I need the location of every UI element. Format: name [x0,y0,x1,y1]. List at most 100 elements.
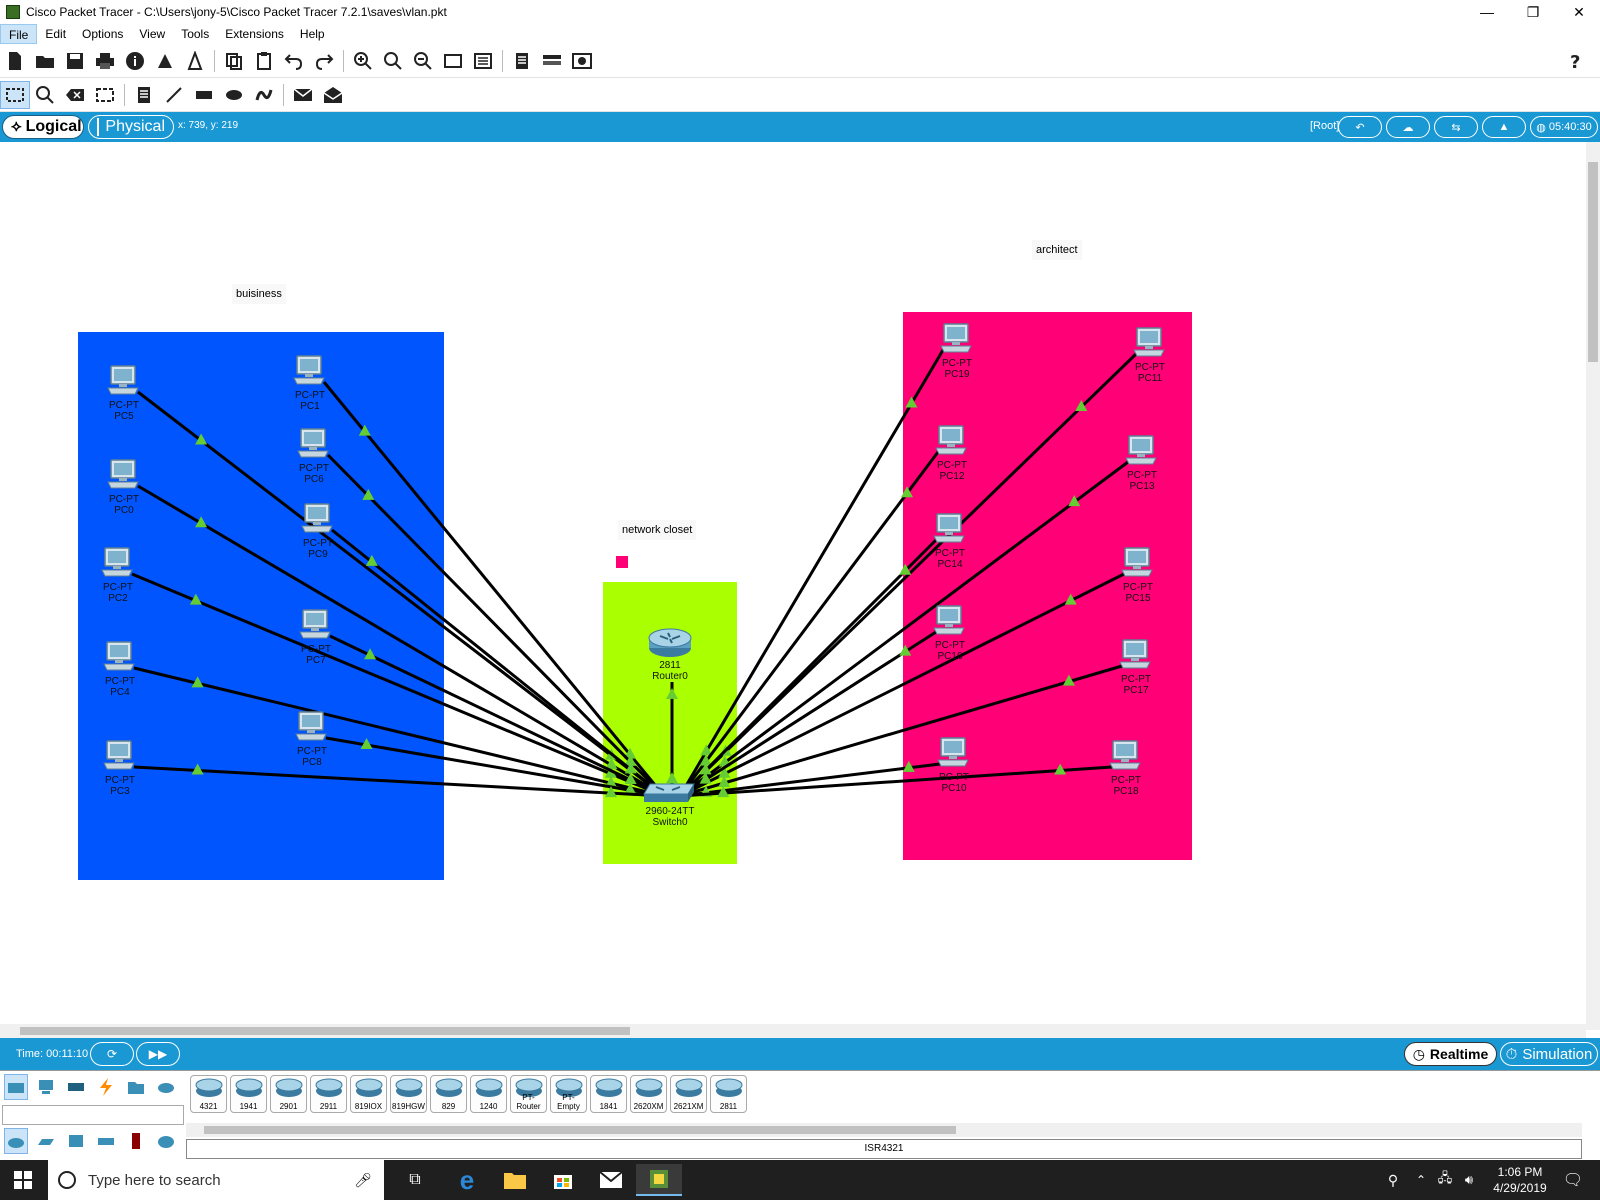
vertical-scroll-thumb[interactable] [1588,162,1598,362]
help-icon[interactable]: ? [1560,47,1590,75]
device-pc16[interactable]: PC-PT PC16 [920,604,980,662]
router-model-tile[interactable]: 2911 [310,1075,347,1113]
viewport-clock[interactable]: ◍ 05:40:30 [1530,116,1598,138]
miscellaneous-category-icon[interactable] [124,1074,148,1100]
mail-icon[interactable] [588,1164,634,1196]
ethernet-link[interactable] [137,390,665,798]
simulation-mode-button[interactable]: ⏱ Simulation [1500,1042,1598,1066]
router-model-tile[interactable]: PT-Router [510,1075,547,1113]
router-model-tile[interactable]: PT-Empty [550,1075,587,1113]
drawing-palette-icon[interactable] [438,47,468,75]
add-simple-pdu-icon[interactable] [288,81,318,109]
freeform-draw-icon[interactable] [249,81,279,109]
volume-tray-icon[interactable]: 🔊︎ [1456,1164,1482,1196]
open-folder-icon[interactable] [30,47,60,75]
add-complex-pdu-icon[interactable] [318,81,348,109]
wireless-subcategory-icon[interactable] [94,1128,118,1154]
show-hidden-icons-icon[interactable]: ⌃ [1410,1164,1432,1196]
new-file-icon[interactable] [0,47,30,75]
horizontal-scrollbar[interactable] [0,1024,1586,1038]
device-pc3[interactable]: PC-PT PC3 [90,739,150,797]
router-model-tile[interactable]: 2621XM [670,1075,707,1113]
set-background-icon[interactable]: ▲ [1482,116,1526,138]
device-pc5[interactable]: PC-PT PC5 [94,364,154,422]
delete-tool-icon[interactable] [60,81,90,109]
menu-help[interactable]: Help [292,24,333,44]
ethernet-link[interactable] [326,453,666,798]
router-model-tile[interactable]: 819IOX [350,1075,387,1113]
file-explorer-icon[interactable] [492,1164,538,1196]
logical-mode-tab[interactable]: ⟡ Logical [2,115,84,139]
user-profile-icon[interactable] [180,47,210,75]
ethernet-link[interactable] [678,451,940,797]
wan-emulation-subcategory-icon[interactable] [154,1128,178,1154]
redo-icon[interactable] [309,47,339,75]
select-tool-icon[interactable] [0,80,30,109]
device-pc0[interactable]: PC-PT PC0 [94,458,154,516]
microphone-icon[interactable]: 🎤︎ [354,1172,372,1189]
router-model-tile[interactable]: 1240 [470,1075,507,1113]
router-model-tile[interactable]: 4321 [190,1075,227,1113]
draw-rectangle-icon[interactable] [189,81,219,109]
device-pc4[interactable]: PC-PT PC4 [90,640,150,698]
network-devices-category-icon[interactable] [4,1074,28,1100]
horizontal-scroll-thumb[interactable] [20,1027,630,1035]
taskbar-clock[interactable]: 1:06 PM 4/29/2019 [1480,1164,1560,1196]
vertical-scrollbar[interactable] [1586,142,1600,1030]
copy-icon[interactable] [219,47,249,75]
device-pc19[interactable]: PC-PT PC19 [927,322,987,380]
minimize-button[interactable]: — [1464,0,1510,24]
device-pc13[interactable]: PC-PT PC13 [1112,434,1172,492]
device-router0[interactable]: 2811 Router0 [640,626,700,682]
hubs-subcategory-icon[interactable] [64,1128,88,1154]
realtime-mode-button[interactable]: ◷ Realtime [1404,1042,1497,1066]
info-icon[interactable] [120,47,150,75]
windows-start-icon[interactable] [0,1164,46,1196]
router-model-tile[interactable]: 2620XM [630,1075,667,1113]
zoom-reset-icon[interactable] [378,47,408,75]
action-center-icon[interactable]: 🗨︎ [1550,1164,1596,1196]
packet-tracer-taskbar-icon[interactable] [636,1164,682,1196]
routers-subcategory-icon[interactable] [4,1128,28,1154]
save-icon[interactable] [60,47,90,75]
device-pc6[interactable]: PC-PT PC6 [284,427,344,485]
ethernet-link[interactable] [322,381,666,797]
back-to-parent-icon[interactable]: ↶ [1338,116,1382,138]
device-pc12[interactable]: PC-PT PC12 [922,424,982,482]
physical-mode-tab[interactable]: Physical [88,115,174,139]
menu-edit[interactable]: Edit [37,24,74,44]
fast-forward-icon[interactable]: ▶▶ [136,1042,180,1066]
menu-file[interactable]: File [0,24,38,44]
web-view-icon[interactable] [567,47,597,75]
menu-tools[interactable]: Tools [173,24,217,44]
device-pc7[interactable]: PC-PT PC7 [286,608,346,666]
custom-device-dialog-icon[interactable] [468,47,498,75]
zoom-in-icon[interactable] [348,47,378,75]
router-model-tile[interactable]: 1941 [230,1075,267,1113]
print-icon[interactable] [90,47,120,75]
inspect-tool-icon[interactable] [30,81,60,109]
menu-options[interactable]: Options [74,24,131,44]
network-info-icon[interactable] [537,47,567,75]
security-subcategory-icon[interactable] [124,1128,148,1154]
ethernet-link[interactable] [679,460,1129,798]
device-pc10[interactable]: PC-PT PC10 [924,736,984,794]
device-pc11[interactable]: PC-PT PC11 [1120,326,1180,384]
taskbar-search-box[interactable]: Type here to search 🎤︎ [48,1160,384,1200]
activity-wizard-icon[interactable] [150,47,180,75]
palette-scrollbar[interactable] [186,1123,1582,1137]
maximize-button[interactable]: ❐ [1510,0,1556,24]
network-tray-icon[interactable]: 🖧︎ [1432,1164,1458,1196]
router-model-tile[interactable]: 829 [430,1075,467,1113]
multiuser-category-icon[interactable] [154,1074,178,1100]
edge-browser-icon[interactable]: e [444,1164,490,1196]
task-view-icon[interactable]: ⧉ [392,1164,438,1196]
ethernet-link[interactable] [131,572,665,798]
device-switch0[interactable]: 2960-24TT Switch0 [640,780,700,828]
menu-view[interactable]: View [131,24,173,44]
router-model-tile[interactable]: 2811 [710,1075,747,1113]
device-pc17[interactable]: PC-PT PC17 [1106,638,1166,696]
ethernet-link[interactable] [679,630,937,798]
components-category-icon[interactable] [64,1074,88,1100]
router-model-tile[interactable]: 2901 [270,1075,307,1113]
